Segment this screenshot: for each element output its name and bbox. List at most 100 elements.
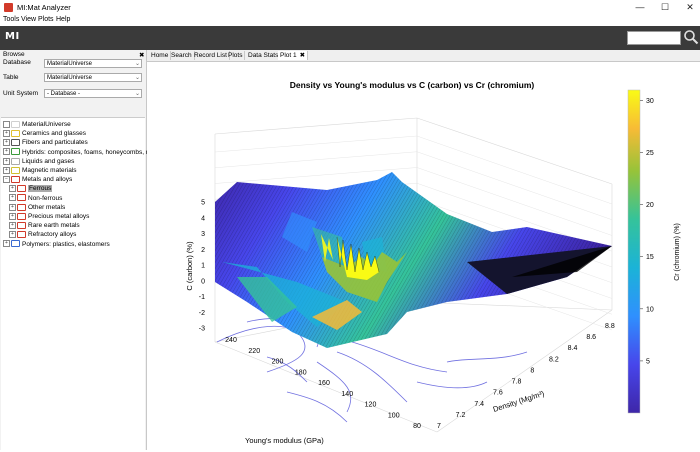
tree-expander-icon[interactable]: + (9, 221, 16, 229)
window-title: MI:Mat Analyzer (17, 3, 71, 12)
tree-expander-icon[interactable]: + (9, 203, 16, 211)
tree-item[interactable]: + Non-ferrous (9, 194, 62, 203)
tree-expander-icon[interactable]: + (9, 231, 16, 239)
colorbar-tick-label: 25 (646, 150, 654, 157)
tree-expander-icon[interactable]: − (3, 175, 10, 183)
database-select[interactable]: MaterialUniverse ⌄ (44, 59, 142, 68)
tree-item[interactable]: + Hybrids: composites, foams, honeycombs,… (3, 148, 166, 157)
tree-expander-icon[interactable]: + (3, 157, 10, 165)
tab-plots[interactable]: Plots (226, 51, 246, 60)
x-tick-label: 200 (272, 359, 284, 366)
tree-item[interactable]: + Rare earth metals (9, 221, 80, 230)
tree-item-label: Magnetic materials (22, 167, 77, 174)
tree-item-label: Precious metal alloys (28, 213, 90, 220)
tab-close-icon[interactable]: ✖ (300, 52, 305, 59)
tree-expander-icon[interactable]: + (9, 212, 16, 220)
chevron-down-icon: ⌄ (134, 61, 140, 67)
tree-expander-icon[interactable]: + (3, 139, 10, 147)
folder-icon (11, 129, 20, 137)
tree-item[interactable]: + Ceramics and glasses (3, 129, 86, 138)
tree-expander-icon[interactable]: + (3, 166, 10, 174)
tree-expander-icon[interactable]: + (3, 129, 10, 137)
tree-item[interactable]: + Polymers: plastics, elastomers (3, 240, 110, 249)
tree-item[interactable]: + Magnetic materials (3, 166, 77, 175)
browse-label: Browse (3, 51, 25, 58)
menu-view[interactable]: View (21, 16, 36, 23)
menu-plots[interactable]: Plots (38, 16, 54, 23)
tab-data-stats[interactable]: Data Stats (246, 51, 282, 60)
chevron-down-icon: ⌄ (134, 75, 140, 81)
z-tick-label: -3 (199, 326, 205, 333)
x-tick-label: 120 (365, 402, 377, 409)
y-tick-label: 8 (530, 367, 534, 374)
colorbar (627, 89, 641, 414)
menu-bar: Tools View Plots Help (0, 15, 700, 26)
menu-help[interactable]: Help (56, 16, 70, 23)
search-icon[interactable] (683, 29, 699, 45)
tab-label: Plots (228, 52, 243, 59)
tab-home[interactable]: Home (149, 51, 172, 60)
tree-item[interactable]: MaterialUniverse (3, 120, 71, 129)
minimize-button[interactable]: — (633, 2, 647, 13)
x-axis-label: Young's modulus (GPa) (245, 436, 324, 445)
tree-item-label: Ceramics and glasses (22, 130, 86, 138)
chevron-down-icon: ⌄ (134, 91, 140, 97)
z-axis-label: C (carbon) (%) (185, 241, 194, 291)
tab-search[interactable]: Search (169, 51, 195, 60)
plot-area: Density vs Young's modulus vs C (carbon)… (147, 62, 700, 450)
close-button[interactable]: ✕ (683, 2, 697, 13)
table-value: MaterialUniverse (47, 75, 93, 81)
folder-icon (17, 212, 26, 220)
maximize-button[interactable]: ☐ (658, 2, 672, 13)
tree-item[interactable]: + Fibers and particulates (3, 138, 88, 147)
y-tick-label: 7.4 (474, 401, 484, 408)
x-tick-label: 140 (341, 391, 353, 398)
tree-item[interactable]: + Liquids and gases (3, 157, 74, 166)
tree-item-label: Other metals (28, 203, 66, 211)
tree-item[interactable]: + Other metals (9, 203, 65, 212)
panel-close-icon[interactable]: ✖ (139, 51, 144, 59)
z-tick-label: 3 (201, 231, 205, 238)
tree-item-label: Liquids and gases (22, 157, 75, 165)
tree-item[interactable]: + Precious metal alloys (9, 212, 89, 221)
y-tick-label: 8.4 (568, 345, 578, 352)
folder-icon (11, 120, 20, 128)
surface-chart[interactable]: Density vs Young's modulus vs C (carbon)… (147, 62, 700, 450)
unit-system-select[interactable]: - Database - ⌄ (44, 89, 142, 98)
database-value: MaterialUniverse (47, 61, 93, 67)
tree-item[interactable]: + Ferrous (9, 184, 53, 193)
search-input[interactable] (627, 31, 681, 45)
y-tick-label: 8.8 (605, 323, 615, 330)
y-axis-ticks: 7 7.2 7.4 7.6 7.8 8 8.2 8.4 8.6 8.8 (437, 323, 615, 430)
surface (215, 172, 612, 348)
tree-item[interactable]: − Metals and alloys (3, 175, 72, 184)
table-select[interactable]: MaterialUniverse ⌄ (44, 73, 142, 82)
tree-expander-icon[interactable]: + (3, 148, 10, 156)
z-axis-ticks: 5 4 3 2 1 0 -1 -2 -3 (199, 200, 205, 333)
tree-expander-icon[interactable]: + (9, 194, 16, 202)
folder-icon (11, 157, 20, 165)
app-icon (4, 3, 13, 12)
tree-expander-icon[interactable]: + (9, 185, 16, 193)
z-tick-label: 1 (201, 263, 205, 270)
folder-icon (17, 203, 26, 211)
x-tick-label: 240 (225, 337, 237, 344)
folder-icon (11, 139, 20, 147)
tab-label: Data Stats (248, 52, 279, 59)
tab-record-list[interactable]: Record List (192, 51, 230, 60)
menu-tools[interactable]: Tools (3, 16, 19, 23)
tab-plot-1[interactable]: Plot 1 ✖ (278, 51, 309, 60)
y-tick-label: 7.8 (512, 379, 522, 386)
tree-item[interactable]: + Refractory alloys (9, 230, 76, 239)
chart-title: Density vs Young's modulus vs C (carbon)… (290, 80, 535, 90)
y-tick-label: 7.2 (456, 412, 466, 419)
tree-expander-icon[interactable]: + (3, 240, 10, 248)
tree-expander-icon[interactable] (3, 120, 10, 128)
app-logo: MI (5, 31, 20, 42)
tab-label: Plot 1 (280, 52, 297, 59)
colorbar-ticks: 30 25 20 15 10 5 (640, 98, 654, 365)
y-tick-label: 7 (437, 423, 441, 430)
x-tick-label: 80 (413, 423, 421, 430)
tree-item-label: Ferrous (28, 185, 53, 193)
colorbar-label: Cr (chromium) (%) (674, 223, 681, 281)
